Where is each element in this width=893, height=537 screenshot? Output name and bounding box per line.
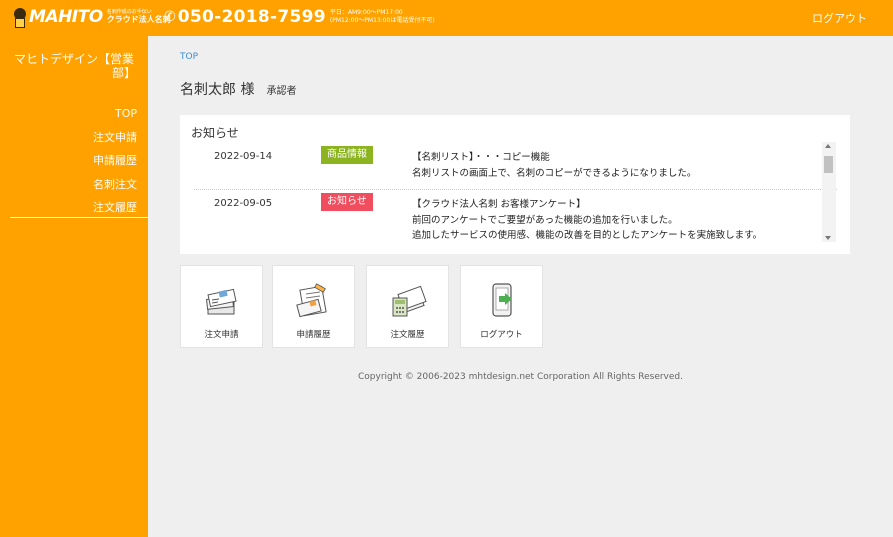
phone-icon: ✆	[164, 9, 176, 25]
sidebar-item-request-history[interactable]: 申請履歴	[93, 149, 137, 173]
sidebar-item-top[interactable]: TOP	[93, 102, 137, 126]
tile-order-request[interactable]: 注文申請	[180, 265, 263, 348]
scroll-thumb[interactable]	[824, 156, 833, 173]
news-headline: 【名刺リスト】・・・コピー機能	[412, 152, 550, 163]
news-body: 前回のアンケートでご要望があった機能の追加を行いました。	[412, 214, 678, 226]
company-name: マヒトデザイン【営業 部】	[14, 52, 136, 80]
tile-label: 申請履歴	[296, 330, 331, 340]
logout-door-icon	[492, 283, 512, 317]
header-logout-link[interactable]: ログアウト	[812, 10, 867, 26]
scroll-up-arrow-icon[interactable]	[825, 144, 831, 148]
tile-order-history[interactable]: 注文履歴	[366, 265, 449, 348]
news-date: 2022-09-14	[214, 151, 273, 162]
breadcrumb-top[interactable]: TOP	[180, 52, 198, 62]
news-body: 名刺リストの画面上で、名刺のコピーができるようになりました。	[412, 167, 697, 179]
tile-logout[interactable]: ログアウト	[460, 265, 543, 348]
news-list[interactable]: 2022-09-14 商品情報 【名刺リスト】・・・コピー機能 名刺リストの画面…	[194, 143, 837, 244]
business-hours: 平日：AM9:00～PM17:00	[329, 9, 403, 16]
sidebar-item-card-order[interactable]: 名刺注文	[93, 173, 137, 197]
sidebar-divider	[10, 217, 148, 218]
top-header: MAHITO 名刺作成のお手伝い クラウド法人名刺 ✆ 050-2018-759…	[0, 0, 893, 36]
scroll-down-arrow-icon[interactable]	[825, 236, 831, 240]
cards-document-icon	[296, 283, 327, 318]
news-badge: お知らせ	[321, 193, 373, 211]
news-item: 2022-09-05 お知らせ 【クラウド法人名刺 お客様アンケート】 前回のア…	[194, 190, 837, 241]
cards-stack-icon	[205, 288, 237, 315]
sidebar: マヒトデザイン【営業 部】 TOP 注文申請 申請履歴 名刺注文 注文履歴	[0, 36, 148, 537]
tile-label: 注文履歴	[390, 330, 425, 340]
copyright: Copyright © 2006-2023 mhtdesign.net Corp…	[357, 372, 683, 382]
news-date: 2022-09-05	[214, 198, 273, 209]
phone-info: ✆ 050-2018-7599 平日：AM9:00～PM17:00 (PM12:…	[164, 7, 435, 27]
business-hours-note: (PM12:00～PM13:00は電話受付不可)	[329, 17, 435, 24]
news-scrollbar[interactable]	[822, 142, 836, 242]
sidebar-nav: TOP 注文申請 申請履歴 名刺注文 注文履歴	[93, 102, 137, 220]
phone-number: 050-2018-7599	[177, 7, 326, 27]
tile-request-history[interactable]: 申請履歴	[272, 265, 355, 348]
sidebar-item-order-request[interactable]: 注文申請	[93, 126, 137, 150]
logo-product: クラウド法人名刺	[106, 15, 171, 24]
news-item: 2022-09-14 商品情報 【名刺リスト】・・・コピー機能 名刺リストの画面…	[194, 143, 837, 190]
news-body: 追加したサービスの使用感、機能の改善を目的としたアンケートを実施致します。	[412, 230, 763, 241]
user-role: 承認者	[266, 86, 297, 97]
news-title: お知らせ	[191, 126, 239, 140]
mahito-logo[interactable]: MAHITO 名刺作成のお手伝い クラウド法人名刺	[12, 6, 171, 28]
tile-label: ログアウト	[480, 330, 523, 340]
sidebar-item-order-history[interactable]: 注文履歴	[93, 196, 137, 220]
user-name: 名刺太郎 様	[180, 82, 255, 98]
logo-text: MAHITO	[29, 7, 103, 27]
news-badge: 商品情報	[321, 146, 373, 164]
tile-label: 注文申請	[204, 330, 239, 340]
mascot-icon	[12, 6, 28, 28]
cards-calculator-icon	[392, 285, 427, 317]
user-greeting: 名刺太郎 様 承認者	[180, 79, 296, 99]
news-headline: 【クラウド法人名刺 お客様アンケート】	[412, 199, 586, 210]
news-panel: お知らせ 2022-09-14 商品情報 【名刺リスト】・・・コピー機能 名刺リ…	[180, 115, 850, 254]
